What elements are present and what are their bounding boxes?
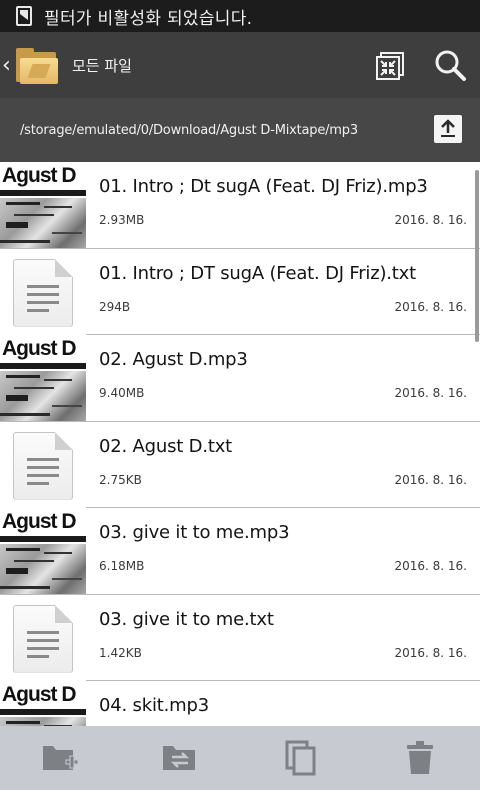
file-size: 9.40MB <box>99 386 145 400</box>
file-name: 04. skit.mp3 <box>99 695 209 716</box>
bottom-action-bar <box>0 726 480 790</box>
move-button[interactable] <box>150 726 210 790</box>
file-size: 6.18MB <box>99 559 145 573</box>
file-date: 2016. 8. 16. <box>394 299 467 314</box>
file-list: Agust D 01. Intro ; Dt sugA (Feat. DJ Fr… <box>0 162 480 726</box>
file-size: 294B <box>99 299 131 314</box>
app-title: 모든 파일 <box>72 56 132 75</box>
current-path: /storage/emulated/0/Download/Agust D-Mix… <box>20 122 358 138</box>
status-bar: 필터가 비활성화 되었습니다. <box>0 0 480 32</box>
search-button[interactable] <box>420 32 480 98</box>
file-date: 2016. 8. 16. <box>394 559 467 573</box>
album-thumbnail: Agust D <box>0 162 86 248</box>
scrollbar[interactable] <box>475 170 479 342</box>
file-date: 2016. 8. 16. <box>394 386 467 400</box>
file-name: 02. Agust D.mp3 <box>99 349 248 370</box>
parent-folder-button[interactable] <box>434 115 462 143</box>
file-name: 01. Intro ; Dt sugA (Feat. DJ Friz).mp3 <box>99 176 428 197</box>
delete-icon <box>407 741 433 774</box>
file-row[interactable]: 01. Intro ; DT sugA (Feat. DJ Friz).txt … <box>0 248 480 335</box>
file-name: 01. Intro ; DT sugA (Feat. DJ Friz).txt <box>99 262 416 284</box>
file-row[interactable]: Agust D 03. give it to me.mp3 6.18MB 201… <box>0 508 480 595</box>
file-size: 2.93MB <box>99 213 145 227</box>
copy-button[interactable] <box>270 726 330 790</box>
copy-icon <box>285 740 316 776</box>
file-row[interactable]: 03. give it to me.txt 1.42KB 2016. 8. 16… <box>0 594 480 681</box>
file-row[interactable]: Agust D 04. skit.mp3 <box>0 681 480 726</box>
file-row[interactable]: 02. Agust D.txt 2.75KB 2016. 8. 16. <box>0 421 480 508</box>
file-row[interactable]: Agust D 01. Intro ; Dt sugA (Feat. DJ Fr… <box>0 162 480 249</box>
document-icon <box>0 248 86 335</box>
status-notification-text: 필터가 비활성화 되었습니다. <box>44 8 253 29</box>
delete-button[interactable] <box>390 726 450 790</box>
file-size: 1.42KB <box>99 645 142 660</box>
album-thumbnail: Agust D <box>0 508 86 594</box>
file-name: 02. Agust D.txt <box>99 435 233 457</box>
notification-icon <box>16 6 32 26</box>
file-size: 2.75KB <box>99 472 142 487</box>
collapse-button[interactable] <box>360 32 420 98</box>
collapse-icon <box>376 52 404 80</box>
file-name: 03. give it to me.txt <box>99 608 274 630</box>
new-folder-button[interactable] <box>30 726 90 790</box>
app-bar: ‹ 모든 파일 <box>0 32 480 98</box>
file-date: 2016. 8. 16. <box>394 472 467 487</box>
album-thumbnail: Agust D <box>0 335 86 421</box>
album-thumbnail: Agust D <box>0 681 86 726</box>
file-date: 2016. 8. 16. <box>394 645 467 660</box>
up-arrow-icon <box>441 119 455 137</box>
move-icon <box>163 746 195 770</box>
file-name: 03. give it to me.mp3 <box>99 522 290 543</box>
back-icon[interactable]: ‹ <box>2 53 14 78</box>
folder-icon[interactable] <box>16 46 60 84</box>
file-row[interactable]: Agust D 02. Agust D.mp3 9.40MB 2016. 8. … <box>0 335 480 422</box>
search-icon <box>435 50 466 81</box>
file-date: 2016. 8. 16. <box>394 213 467 227</box>
document-icon <box>0 594 86 681</box>
document-icon <box>0 421 86 508</box>
path-bar: /storage/emulated/0/Download/Agust D-Mix… <box>0 98 480 162</box>
new-folder-icon <box>43 746 79 770</box>
